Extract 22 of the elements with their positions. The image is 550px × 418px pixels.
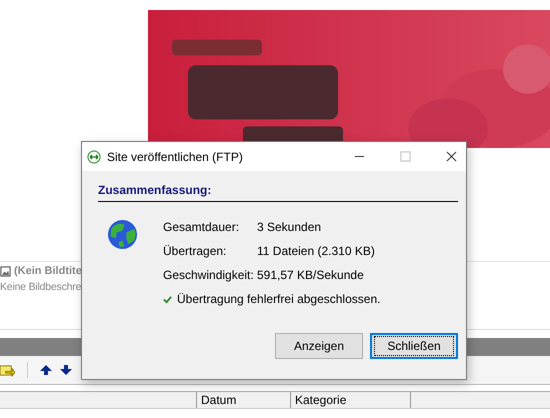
summary-value: 591,57 KB/Sekunde xyxy=(257,268,364,282)
up-arrow-icon[interactable] xyxy=(40,365,52,375)
down-arrow-icon[interactable] xyxy=(60,365,72,375)
summary-value: 3 Sekunden xyxy=(257,220,322,234)
summary-label: Gesamtdauer: xyxy=(163,220,240,234)
window-title: Site veröffentlichen (FTP) xyxy=(107,150,244,164)
summary-value: 11 Dateien (2.310 KB) xyxy=(257,244,375,258)
checkmark-icon xyxy=(163,294,172,304)
globe-icon xyxy=(107,219,138,250)
summary-label: Übertragen: xyxy=(163,244,228,258)
folder-arrow-icon[interactable] xyxy=(0,364,15,376)
summary-label: Geschwindigkeit: xyxy=(163,268,255,282)
close-icon[interactable] xyxy=(446,151,457,162)
dialog-button[interactable]: Anzeigen xyxy=(275,333,363,359)
column-header[interactable]: Datum xyxy=(197,392,291,408)
status-message: Übertragung fehlerfrei abgeschlossen. xyxy=(177,292,380,306)
section-heading: Zusammenfassung: xyxy=(98,183,458,202)
image-description: Keine Bildbeschre xyxy=(0,281,82,293)
image-title: (Kein Bildtite xyxy=(14,265,82,277)
dialog-button[interactable]: Schließen xyxy=(370,333,458,359)
arrows-icon xyxy=(87,150,101,164)
column-header[interactable]: Kategorie xyxy=(291,392,411,408)
